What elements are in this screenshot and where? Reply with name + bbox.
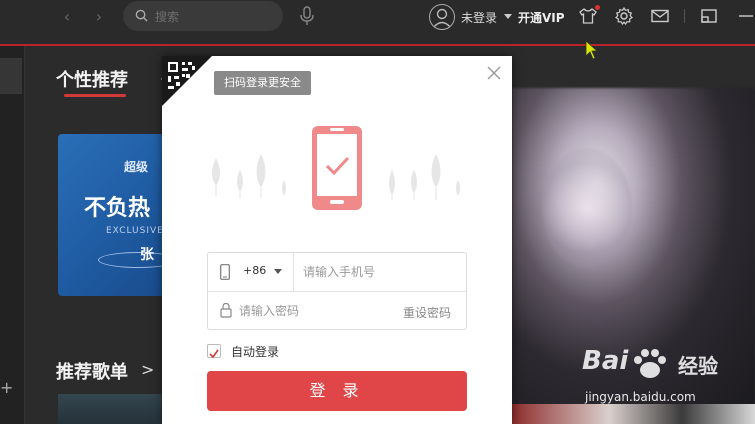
- watermark-brand: Bai: [582, 346, 629, 376]
- login-form: +86 重设密码: [207, 252, 467, 330]
- top-bar: ‹ › 搜索 未登录 开通VIP: [0, 0, 755, 44]
- close-icon[interactable]: [485, 64, 503, 82]
- auto-login-checkbox[interactable]: [207, 344, 221, 359]
- qr-login-tip: 扫码登录更安全: [214, 71, 311, 95]
- banner-text-4: 张: [140, 247, 154, 263]
- watermark-url: jingyan.baidu.com: [585, 390, 696, 404]
- banner-swoosh: [98, 252, 168, 268]
- phone-icon: [220, 264, 230, 280]
- user-icon: [432, 8, 452, 29]
- chevron-down-icon[interactable]: [274, 269, 282, 274]
- chevron-down-icon[interactable]: [504, 14, 512, 19]
- banner-text-2: 不负热: [84, 196, 151, 221]
- search-icon: [135, 9, 148, 22]
- chevron-right-icon[interactable]: >: [141, 360, 154, 379]
- search-input[interactable]: 搜索: [123, 1, 283, 31]
- mini-mode-icon[interactable]: [699, 6, 719, 26]
- add-playlist-icon[interactable]: +: [0, 378, 14, 397]
- watermark-suffix: 经验: [678, 354, 718, 378]
- lock-icon: [220, 302, 232, 318]
- notification-dot: [595, 5, 600, 10]
- top-accent-line: [0, 44, 755, 46]
- back-arrow-icon[interactable]: ‹: [56, 6, 78, 28]
- banner-text-3: EXCLUSIVE: [106, 226, 164, 236]
- sidebar: [0, 46, 25, 424]
- promo-banner[interactable]: 超级 不负热 EXCLUSIVE 张: [58, 134, 168, 296]
- login-dialog: 扫码登录更安全 +86 请输入手机号 重设密码 自动登录 登 录: [162, 56, 512, 424]
- vip-button[interactable]: 开通VIP: [518, 9, 565, 26]
- gear-icon[interactable]: [614, 6, 634, 26]
- avatar[interactable]: [429, 4, 455, 30]
- search-placeholder: 搜索: [155, 10, 180, 24]
- section-title-playlists[interactable]: 推荐歌单: [56, 358, 128, 384]
- password-input[interactable]: [239, 300, 389, 322]
- playlist-card-image[interactable]: [512, 404, 755, 424]
- minimize-icon[interactable]: [735, 6, 755, 26]
- auto-login-label[interactable]: 自动登录: [231, 343, 279, 360]
- playlist-card[interactable]: [58, 394, 164, 424]
- forward-arrow-icon[interactable]: ›: [88, 6, 110, 28]
- tab-personal-recommend[interactable]: 个性推荐: [56, 66, 128, 92]
- country-code-select[interactable]: +86: [243, 264, 266, 277]
- tab-active-underline: [64, 94, 126, 97]
- field-divider: [208, 291, 466, 292]
- paw-icon: [634, 349, 666, 378]
- check-icon: [209, 349, 219, 359]
- sidebar-item-selected[interactable]: [0, 58, 22, 94]
- phone-input[interactable]: [303, 261, 458, 283]
- reset-password-link[interactable]: 重设密码: [403, 304, 451, 321]
- toolbar-divider: [684, 9, 685, 23]
- login-button[interactable]: 登 录: [207, 371, 467, 411]
- mouse-cursor-icon: [585, 40, 599, 60]
- field-separator: [293, 253, 294, 291]
- microphone-icon[interactable]: [298, 5, 316, 27]
- login-status[interactable]: 未登录: [461, 9, 497, 26]
- banner-text-1: 超级: [124, 160, 149, 174]
- qr-code-icon[interactable]: [162, 56, 212, 106]
- image-highlight: [542, 148, 632, 268]
- watermark: Bai 经验: [582, 346, 752, 386]
- mail-icon[interactable]: [650, 6, 670, 26]
- phone-verify-illustration: [212, 126, 460, 210]
